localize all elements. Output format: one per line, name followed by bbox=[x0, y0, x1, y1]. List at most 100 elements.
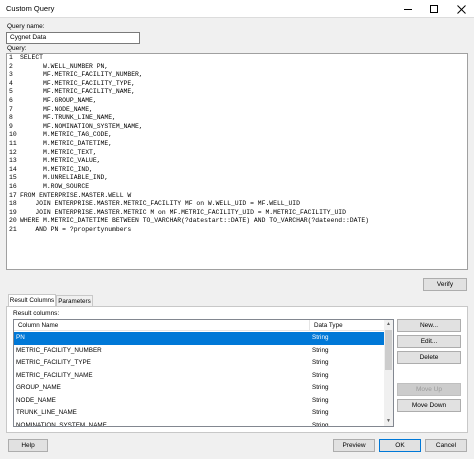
grid-header: Column Name Data Type bbox=[14, 320, 385, 331]
scroll-down-icon[interactable]: ▼ bbox=[384, 417, 393, 426]
move-down-button[interactable]: Move Down bbox=[397, 399, 461, 412]
window-title: Custom Query bbox=[6, 4, 55, 13]
maximize-button[interactable] bbox=[421, 0, 447, 18]
line-number: 9 bbox=[9, 122, 13, 130]
code-line: 5 MF.METRIC_FACILITY_NAME, bbox=[7, 88, 467, 97]
maximize-icon bbox=[430, 5, 438, 13]
tab-parameters[interactable]: Parameters bbox=[56, 295, 93, 306]
table-row[interactable]: METRIC_FACILITY_TYPE String bbox=[14, 357, 385, 370]
code-text: FROM ENTERPRISE.MASTER.WELL W bbox=[20, 191, 132, 199]
query-name-input[interactable]: Cygnet Data bbox=[6, 32, 140, 44]
code-text: M.METRIC_TAG_CODE, bbox=[20, 131, 113, 139]
code-line: 21 AND PN = ?propertynumbers bbox=[7, 226, 467, 235]
code-line: 16 M.ROW_SOURCE bbox=[7, 183, 467, 192]
data-type-cell: String bbox=[312, 384, 329, 391]
column-header-name[interactable]: Column Name bbox=[14, 320, 310, 331]
code-line: 17 FROM ENTERPRISE.MASTER.WELL W bbox=[7, 192, 467, 201]
data-type-cell: String bbox=[312, 334, 329, 341]
code-line: 10 M.METRIC_TAG_CODE, bbox=[7, 131, 467, 140]
close-button[interactable] bbox=[448, 0, 474, 18]
query-editor[interactable]: 1 SELECT 2 W.WELL_NUMBER PN, 3 MF.METRIC_FA… bbox=[6, 53, 468, 270]
line-number: 3 bbox=[9, 71, 13, 79]
line-number: 12 bbox=[9, 148, 17, 156]
line-number: 20 bbox=[9, 217, 17, 225]
code-text: M.METRIC_TEXT, bbox=[20, 148, 97, 156]
code-text: M.METRIC_VALUE, bbox=[20, 157, 101, 165]
column-name-cell: NODE_NAME bbox=[16, 396, 56, 404]
code-text: WHERE M.METRIC_DATETIME BETWEEN TO_VARCH… bbox=[20, 217, 369, 225]
line-number: 8 bbox=[9, 114, 13, 122]
column-header-type[interactable]: Data Type bbox=[310, 320, 385, 331]
result-columns-grid[interactable]: Column Name Data Type PN String METRIC_FAC… bbox=[13, 319, 394, 427]
cancel-button[interactable]: Cancel bbox=[425, 439, 467, 452]
line-number: 10 bbox=[9, 131, 17, 139]
code-line: 6 MF.GROUP_NAME, bbox=[7, 97, 467, 106]
code-text: MF.TRUNK_LINE_NAME, bbox=[20, 114, 116, 122]
help-button[interactable]: Help bbox=[8, 439, 48, 452]
code-text: M.ROW_SOURCE bbox=[20, 182, 90, 190]
data-type-cell: String bbox=[312, 371, 329, 379]
line-number: 17 bbox=[9, 191, 17, 199]
minimize-icon bbox=[404, 8, 412, 10]
scroll-up-icon[interactable]: ▲ bbox=[384, 320, 393, 329]
code-text: SELECT bbox=[20, 54, 44, 61]
line-number: 15 bbox=[9, 174, 17, 182]
code-line: 2 W.WELL_NUMBER PN, bbox=[7, 63, 467, 72]
code-line: 14 M.METRIC_IND, bbox=[7, 166, 467, 175]
column-name-cell: METRIC_FACILITY_NUMBER bbox=[16, 346, 102, 354]
code-text: JOIN ENTERPRISE.MASTER.METRIC_FACILITY M… bbox=[20, 200, 300, 208]
code-text: M.UNRELIABLE_IND, bbox=[20, 174, 109, 182]
code-line: 18 JOIN ENTERPRISE.MASTER.METRIC_FACILIT… bbox=[7, 200, 467, 209]
code-line: 3 MF.METRIC_FACILITY_NUMBER, bbox=[7, 71, 467, 80]
table-row[interactable]: METRIC_FACILITY_NAME String bbox=[14, 370, 385, 383]
column-name-cell: METRIC_FACILITY_NAME bbox=[16, 371, 93, 379]
line-number: 11 bbox=[9, 139, 17, 147]
minimize-button[interactable] bbox=[395, 0, 421, 18]
code-line: 12 M.METRIC_TEXT, bbox=[7, 149, 467, 158]
code-text: M.METRIC_DATETIME, bbox=[20, 139, 113, 147]
line-number: 7 bbox=[9, 105, 13, 113]
table-row[interactable]: GROUP_NAME String bbox=[14, 382, 385, 395]
delete-column-button[interactable]: Delete bbox=[397, 351, 461, 364]
line-number: 1 bbox=[9, 54, 13, 61]
line-number: 14 bbox=[9, 165, 17, 173]
code-lines: 1 SELECT 2 W.WELL_NUMBER PN, 3 MF.METRIC_FA… bbox=[7, 54, 467, 234]
code-line: 15 M.UNRELIABLE_IND, bbox=[7, 174, 467, 183]
table-row[interactable]: TRUNK_LINE_NAME String bbox=[14, 407, 385, 420]
line-number: 21 bbox=[9, 225, 17, 233]
table-row[interactable]: METRIC_FACILITY_NUMBER String bbox=[14, 345, 385, 358]
tab-result-columns[interactable]: Result Columns bbox=[8, 294, 56, 306]
code-line: 7 MF.NODE_NAME, bbox=[7, 106, 467, 115]
code-text: JOIN ENTERPRISE.MASTER.METRIC M on MF.ME… bbox=[20, 208, 346, 216]
code-text: MF.METRIC_FACILITY_NUMBER, bbox=[20, 71, 143, 79]
verify-button[interactable]: Verify bbox=[423, 278, 467, 291]
column-name-cell: PN bbox=[16, 334, 25, 341]
code-line: 1 SELECT bbox=[7, 54, 467, 63]
line-number: 2 bbox=[9, 62, 13, 70]
vertical-scrollbar[interactable]: ▲ ▼ bbox=[384, 320, 393, 426]
code-text: MF.NODE_NAME, bbox=[20, 105, 93, 113]
table-row[interactable]: NOMINATION_SYSTEM_NAME String bbox=[14, 420, 385, 427]
code-line: 9 MF.NOMINATION_SYSTEM_NAME, bbox=[7, 123, 467, 132]
code-text: MF.NOMINATION_SYSTEM_NAME, bbox=[20, 122, 143, 130]
ok-button[interactable]: OK bbox=[379, 439, 421, 452]
preview-button[interactable]: Preview bbox=[333, 439, 375, 452]
code-line: 11 M.METRIC_DATETIME, bbox=[7, 140, 467, 149]
code-line: 19 JOIN ENTERPRISE.MASTER.METRIC M on MF… bbox=[7, 209, 467, 218]
scroll-thumb[interactable] bbox=[385, 330, 392, 370]
code-text: W.WELL_NUMBER PN, bbox=[20, 62, 109, 70]
line-number: 19 bbox=[9, 208, 17, 216]
data-type-cell: String bbox=[312, 346, 329, 354]
data-type-cell: String bbox=[312, 396, 329, 404]
result-columns-label: Result columns: bbox=[13, 310, 60, 317]
code-text: MF.METRIC_FACILITY_NAME, bbox=[20, 88, 136, 96]
new-column-button[interactable]: New... bbox=[397, 319, 461, 332]
move-up-button[interactable]: Move Up bbox=[397, 383, 461, 396]
edit-column-button[interactable]: Edit... bbox=[397, 335, 461, 348]
close-icon bbox=[456, 4, 466, 14]
query-label: Query: bbox=[7, 45, 27, 52]
table-row[interactable]: NODE_NAME String bbox=[14, 395, 385, 408]
table-row[interactable]: PN String bbox=[14, 332, 385, 345]
column-name-cell: GROUP_NAME bbox=[16, 384, 61, 391]
line-number: 5 bbox=[9, 88, 13, 96]
